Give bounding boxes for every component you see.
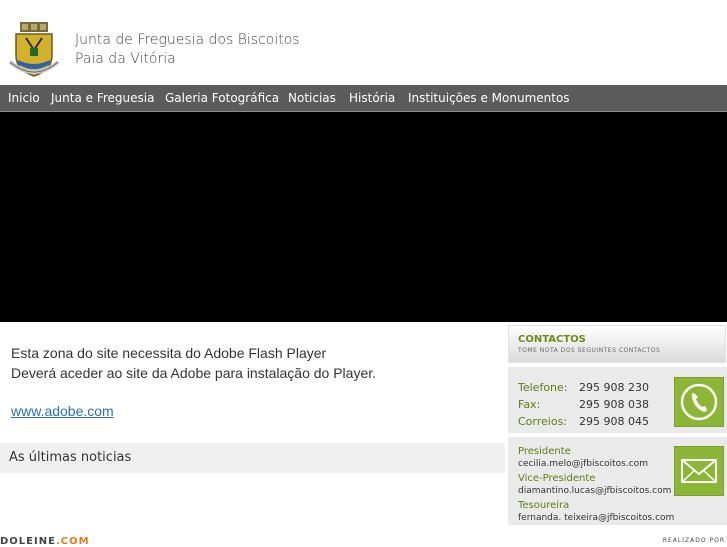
footer-brand-main: DOLEINE [0,536,56,547]
fax-label: Fax: [518,398,541,411]
site-title-line2: Paia da Vitória [75,51,176,67]
contacts-subtitle: TOME NOTA DOS SEGUINTES CONTACTOS [518,347,661,354]
contacts-title: CONTACTOS [518,334,586,345]
nav-item-junta-e-freguesia[interactable]: Junta e Freguesia [51,91,154,105]
staff-contacts: Presidente cecilia.melo@jfbiscoitos.com … [508,437,727,525]
email-tesoureira[interactable]: fernanda. teixeira@jfbiscoitos.com [518,513,674,523]
contacts-header: CONTACTOS TOME NOTA DOS SEGUINTES CONTAC… [508,325,726,363]
latest-news-bar: As últimas noticias [0,443,505,473]
site-title: Junta de Freguesia dos Biscoitos Paia da… [75,31,300,69]
footer-credit: REALIZADO POR [662,537,725,544]
role-tesoureira: Tesoureira [518,500,570,511]
site-title-line1: Junta de Freguesia dos Biscoitos [75,32,300,48]
email-vice-presidente[interactable]: diamantino.lucas@jfbiscoitos.com [518,486,671,496]
adobe-link[interactable]: www.adobe.com [11,403,114,419]
nav-item-historia[interactable]: História [349,91,395,105]
envelope-icon [674,446,724,496]
role-presidente: Presidente [518,446,571,457]
nav-item-inicio[interactable]: Inicio [8,91,40,105]
phone-value: 295 908 230 [579,381,649,394]
email-presidente[interactable]: cecilia.melo@jfbiscoitos.com [518,459,648,469]
flash-player-area[interactable] [0,112,727,322]
correios-label: Correios: [518,415,568,428]
nav-item-galeria-fotografica[interactable]: Galeria Fotográfica [165,91,279,105]
flash-notice-line1: Esta zona do site necessita do Adobe Fla… [11,345,327,361]
coat-of-arms-logo[interactable] [8,22,60,80]
nav-item-noticias[interactable]: Noticias [288,91,336,105]
correios-value: 295 908 045 [579,415,649,428]
footer-brand[interactable]: DOLEINE.COM [0,536,90,547]
contacts-sidebar: CONTACTOS TOME NOTA DOS SEGUINTES CONTAC… [508,325,727,530]
phone-contacts: Telefone: 295 908 230 Fax: 295 908 038 C… [508,367,727,433]
latest-news-title: As últimas noticias [9,450,132,465]
footer-brand-accent: .COM [55,536,90,547]
fax-value: 295 908 038 [579,398,649,411]
phone-label: Telefone: [518,381,568,394]
role-vice-presidente: Vice-Presidente [518,473,596,484]
flash-notice-line2: Deverá aceder ao site da Adobe para inst… [11,365,377,381]
header: Junta de Freguesia dos Biscoitos Paia da… [0,0,727,85]
nav-item-instituicoes-e-monumentos[interactable]: Instituições e Monumentos [408,91,570,105]
flash-notice: Esta zona do site necessita do Adobe Fla… [11,343,376,383]
main-nav: Inicio Junta e Freguesia Galeria Fotográ… [0,85,727,112]
phone-icon [674,377,724,427]
